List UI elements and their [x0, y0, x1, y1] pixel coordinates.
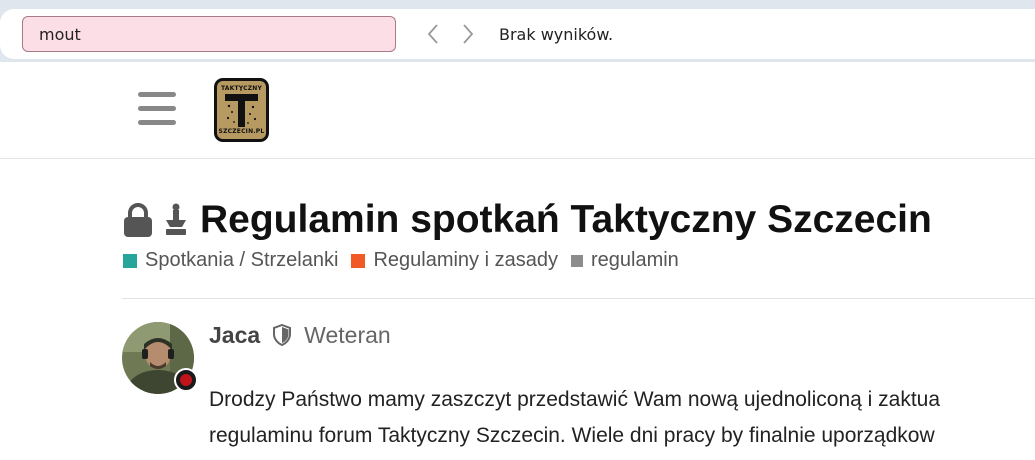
find-previous-button[interactable] — [422, 23, 444, 45]
tag-link-regulamin[interactable]: regulamin — [570, 249, 679, 272]
lock-icon — [124, 203, 152, 237]
logo-text-bottom: SZCZECIN.PL — [218, 128, 265, 135]
post-paragraph-line: Drodzy Państwo mamy zaszczyt przedstawić… — [209, 388, 941, 411]
category-link-regulaminy[interactable]: Regulaminy i zasady — [351, 249, 558, 272]
find-next-button[interactable] — [457, 23, 479, 45]
shield-icon — [273, 324, 292, 346]
post-header: Jaca Weteran — [209, 320, 391, 350]
post-paragraph-line: regulaminu forum Taktyczny Szczecin. Wie… — [209, 424, 935, 447]
logo-image: TAKTYCZNY SZCZECIN.PL — [217, 81, 266, 139]
find-input[interactable] — [22, 16, 396, 52]
post-body: Drodzy Państwo mamy zaszczyt przedstawić… — [209, 382, 1035, 454]
topic-title: Regulamin spotkań Taktyczny Szczecin — [200, 198, 932, 241]
topic-divider — [122, 298, 1035, 299]
category-link-spotkania[interactable]: Spotkania / Strzelanki — [123, 249, 338, 272]
tag-square-icon — [570, 254, 583, 267]
chevron-right-icon — [463, 24, 474, 44]
chevron-left-icon — [427, 24, 438, 44]
topic-categories: Spotkania / Strzelanki Regulaminy i zasa… — [123, 249, 692, 272]
site-logo[interactable]: TAKTYCZNY SZCZECIN.PL — [214, 78, 269, 142]
user-title: Weteran — [304, 321, 391, 348]
find-bar-panel: Brak wyników. — [0, 9, 1035, 59]
tag-label: regulamin — [590, 249, 679, 271]
category-color-swatch — [123, 253, 137, 268]
find-status: Brak wyników. — [499, 25, 614, 44]
hamburger-menu-icon[interactable] — [138, 92, 176, 126]
find-bar: Brak wyników. — [0, 0, 1035, 62]
post-username[interactable]: Jaca — [209, 322, 260, 349]
category-label: Spotkania / Strzelanki — [145, 249, 339, 271]
category-color-swatch — [351, 253, 366, 268]
pin-icon — [166, 203, 186, 235]
site-header: TAKTYCZNY SZCZECIN.PL — [0, 62, 1035, 159]
topic-title-row: Regulamin spotkań Taktyczny Szczecin — [122, 196, 932, 244]
category-label: Regulaminy i zasady — [373, 249, 558, 271]
user-flair-badge — [174, 368, 198, 392]
